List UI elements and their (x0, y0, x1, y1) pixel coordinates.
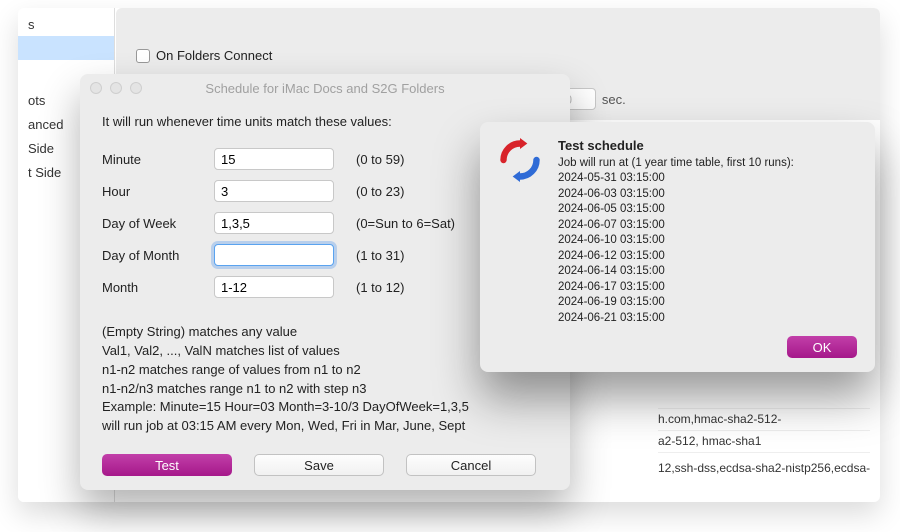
help-line: n1-n2/n3 matches range n1 to n2 with ste… (102, 380, 548, 399)
sidebar-item-label: Side (28, 141, 54, 156)
dialog-titlebar[interactable]: Schedule for iMac Docs and S2G Folders (80, 74, 570, 102)
run-item: 2024-06-07 03:15:00 (558, 218, 857, 234)
test-schedule-alert: Test schedule Job will run at (1 year ti… (480, 122, 875, 372)
button-label: OK (813, 340, 832, 355)
month-label: Month (102, 280, 214, 295)
bg-text-line: a2-512, hmac-sha1 (658, 432, 761, 451)
day-of-week-input[interactable] (214, 212, 334, 234)
day-of-week-label: Day of Week (102, 216, 214, 231)
sync-icon (498, 138, 542, 182)
alert-run-list: 2024-05-31 03:15:00 2024-06-03 03:15:00 … (558, 171, 857, 326)
bg-text-line: 12,ssh-dss,ecdsa-sha2-nistp256,ecdsa-sha… (658, 459, 870, 478)
cancel-button[interactable]: Cancel (406, 454, 536, 476)
window-controls (90, 82, 142, 94)
run-item: 2024-06-21 03:15:00 (558, 311, 857, 327)
run-item: 2024-06-12 03:15:00 (558, 249, 857, 265)
dialog-title: Schedule for iMac Docs and S2G Folders (80, 81, 570, 96)
run-item: 2024-06-10 03:15:00 (558, 233, 857, 249)
ok-button[interactable]: OK (787, 336, 857, 358)
day-of-month-hint: (1 to 31) (356, 248, 404, 263)
sidebar-item[interactable]: s (18, 12, 114, 36)
checkbox-label: On Folders Connect (156, 48, 272, 63)
minute-input[interactable] (214, 148, 334, 170)
day-of-week-hint: (0=Sun to 6=Sat) (356, 216, 455, 231)
bg-text-line: h.com,hmac-sha2-512- (658, 410, 781, 429)
alert-title: Test schedule (558, 138, 857, 153)
hour-hint: (0 to 23) (356, 184, 404, 199)
run-item: 2024-06-14 03:15:00 (558, 264, 857, 280)
close-icon[interactable] (90, 82, 102, 94)
on-folders-connect-checkbox[interactable]: On Folders Connect (136, 48, 272, 63)
button-label: Save (304, 458, 334, 473)
alert-subtitle: Job will run at (1 year time table, firs… (558, 157, 857, 169)
delay-unit: sec. (602, 92, 626, 107)
save-button[interactable]: Save (254, 454, 384, 476)
help-line: Example: Minute=15 Hour=03 Month=3-10/3 … (102, 398, 548, 417)
run-item: 2024-06-05 03:15:00 (558, 202, 857, 218)
button-label: Test (155, 458, 179, 473)
button-label: Cancel (451, 458, 491, 473)
hour-input[interactable] (214, 180, 334, 202)
day-of-month-label: Day of Month (102, 248, 214, 263)
help-line: will run job at 03:15 AM every Mon, Wed,… (102, 417, 548, 436)
zoom-icon[interactable] (130, 82, 142, 94)
run-item: 2024-06-19 03:15:00 (558, 295, 857, 311)
test-button[interactable]: Test (102, 454, 232, 476)
sidebar-item-label: t Side (28, 165, 61, 180)
background-text: h.com,hmac-sha2-512- a2-512, hmac-sha1 1… (658, 408, 870, 484)
run-item: 2024-06-17 03:15:00 (558, 280, 857, 296)
sidebar-item[interactable] (18, 36, 114, 60)
sidebar-item-label: ots (28, 93, 45, 108)
hour-label: Hour (102, 184, 214, 199)
run-item: 2024-05-31 03:15:00 (558, 171, 857, 187)
month-input[interactable] (214, 276, 334, 298)
month-hint: (1 to 12) (356, 280, 404, 295)
day-of-month-input[interactable] (214, 244, 334, 266)
sidebar-item-label: s (28, 17, 35, 32)
minimize-icon[interactable] (110, 82, 122, 94)
run-item: 2024-06-03 03:15:00 (558, 187, 857, 203)
checkbox-icon (136, 49, 150, 63)
minute-label: Minute (102, 152, 214, 167)
sidebar-item-label: anced (28, 117, 63, 132)
minute-hint: (0 to 59) (356, 152, 404, 167)
